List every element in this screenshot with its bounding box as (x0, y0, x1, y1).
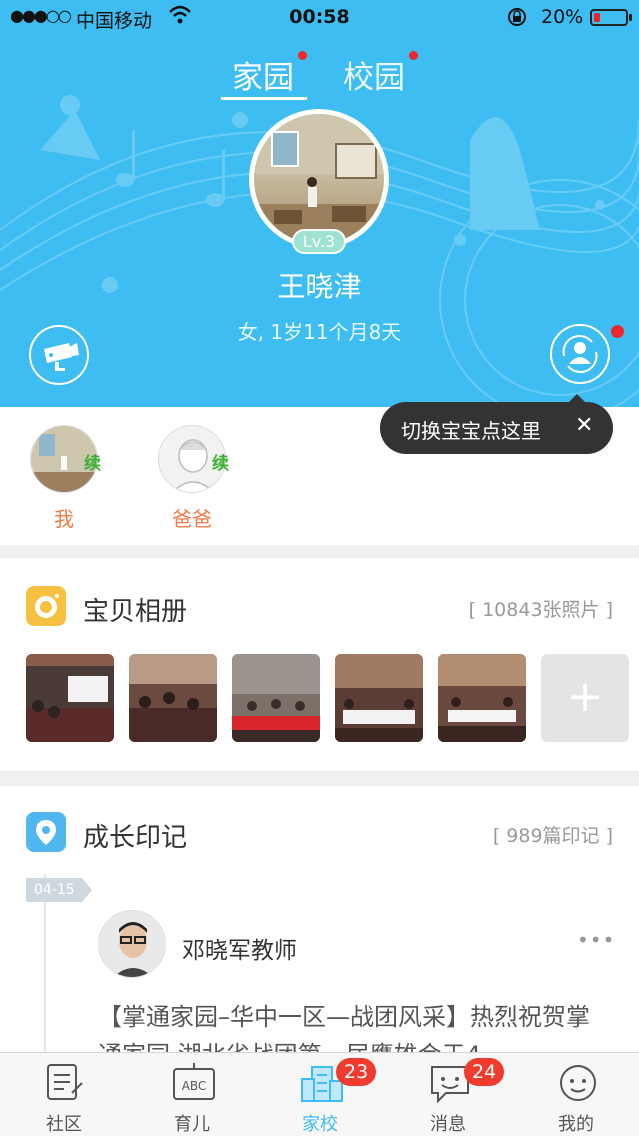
member-dad-name: 爸爸 (172, 507, 212, 531)
teacher-name: 邓晓军教师 (182, 938, 297, 964)
tab-community[interactable]: 社区 (0, 1053, 128, 1136)
bottom-tab-bar: 社区 ABC 育儿 23 家校 24 消息 我的 (0, 1052, 639, 1136)
rotation-lock-icon (506, 6, 528, 33)
teacher-avatar[interactable] (98, 910, 166, 978)
tab-school-garden[interactable]: 校园 (343, 52, 405, 97)
tab-parenting-label: 育儿 (174, 1114, 210, 1135)
switch-user-icon (562, 335, 598, 373)
tab-home-garden[interactable]: 家园 (232, 52, 294, 97)
tab-home-school-badge: 23 (336, 1058, 377, 1086)
member-me[interactable]: 我 续 (24, 425, 104, 532)
video-camera-icon (44, 343, 79, 371)
album-thumbnail[interactable] (438, 654, 526, 742)
member-me-name: 我 (54, 507, 74, 531)
album-thumbnail[interactable] (129, 654, 217, 742)
tab-school-notification-dot (409, 51, 418, 60)
add-photo-button[interactable]: + (541, 654, 629, 742)
album-thumbnail[interactable] (26, 654, 114, 742)
tab-messages[interactable]: 24 消息 (384, 1053, 512, 1136)
active-tab-indicator (221, 97, 307, 100)
location-pin-icon (26, 812, 66, 852)
album-thumbnail[interactable] (232, 654, 320, 742)
child-age-info: 女, 1岁11个月8天 (237, 320, 402, 344)
tooltip-text: 切换宝宝点这里 (401, 419, 541, 443)
child-avatar-photo (254, 114, 384, 244)
member-dad[interactable]: 爸爸 续 (152, 425, 232, 532)
baby-album-card: 宝贝相册 [ 10843张照片 ] + (0, 558, 639, 771)
growth-records-card: 成长印记 [ 989篇印记 ] 04-15 邓晓军教师 ••• 【掌通家园–华中… (0, 786, 639, 1056)
profile-header: 家园 校园 Lv.3 王晓津 女, 1岁11个月8天 (0, 0, 639, 407)
album-photo-count[interactable]: [ 10843张照片 ] (469, 595, 613, 622)
tab-profile-label: 我的 (558, 1114, 594, 1135)
record-date-tag: 04-15 (26, 878, 92, 902)
abc-board-icon: ABC (173, 1063, 215, 1100)
tab-home-school[interactable]: 23 家校 (256, 1053, 384, 1136)
svg-text:ABC: ABC (182, 1079, 207, 1093)
level-badge: Lv.3 (292, 229, 346, 254)
switch-child-notification-dot (611, 325, 624, 338)
child-avatar[interactable] (249, 109, 389, 249)
switch-child-button[interactable] (550, 324, 610, 384)
tab-parenting[interactable]: ABC 育儿 (128, 1053, 256, 1136)
battery-percentage: 20% (541, 6, 584, 28)
post-content[interactable]: 【掌通家园–华中一区—战团风采】热烈祝贺掌通家园·湖北省战团第一届鹰雄会于4 (98, 998, 613, 1056)
tab-messages-label: 消息 (430, 1114, 466, 1135)
more-options-button[interactable]: ••• (577, 928, 615, 952)
status-bar: ●●●○○ 中国移动 00:58 20% (0, 0, 639, 36)
battery-level (594, 13, 600, 22)
video-camera-button[interactable] (29, 325, 89, 385)
tab-community-label: 社区 (46, 1114, 82, 1135)
member-dad-renew-tag: 续 (212, 454, 229, 474)
tooltip-close-button[interactable]: ✕ (575, 413, 593, 438)
tab-messages-badge: 24 (464, 1058, 505, 1086)
profile-face-icon (560, 1065, 596, 1101)
album-camera-icon (26, 586, 66, 626)
member-me-renew-tag: 续 (84, 454, 101, 474)
album-title: 宝贝相册 (83, 597, 188, 627)
tab-home-notification-dot (298, 51, 307, 60)
tab-home-school-label: 家校 (302, 1114, 338, 1135)
child-name: 王晓津 (277, 270, 362, 303)
growth-record-count[interactable]: [ 989篇印记 ] (493, 821, 613, 848)
album-thumbnail[interactable] (335, 654, 423, 742)
growth-title: 成长印记 (83, 823, 188, 853)
battery-icon (590, 9, 632, 26)
community-icon (47, 1064, 83, 1100)
switch-child-tooltip: 切换宝宝点这里 ✕ (380, 394, 613, 454)
tab-profile[interactable]: 我的 (512, 1053, 639, 1136)
